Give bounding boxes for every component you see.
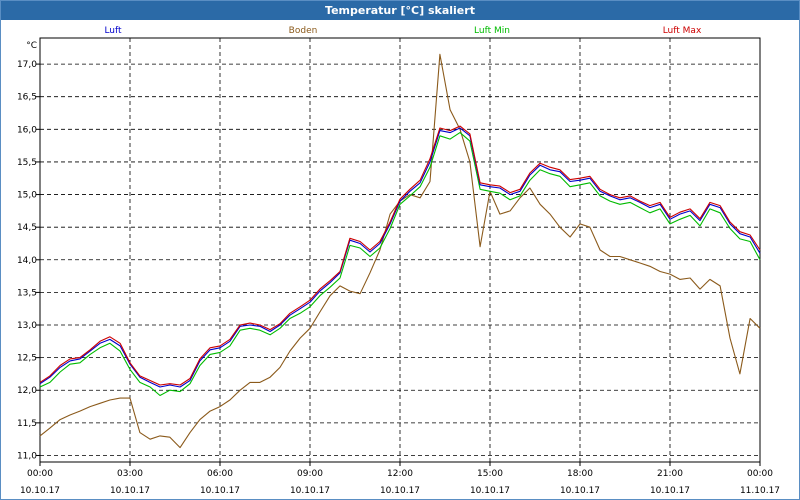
legend-entry-boden: Boden	[289, 26, 318, 36]
y-tick-label: 15,5	[17, 158, 37, 168]
x-tick-date-label: 10.10.17	[20, 486, 60, 496]
y-tick-label: 12,5	[17, 354, 37, 364]
x-tick-date-label: 10.10.17	[650, 486, 690, 496]
x-tick-date-label: 10.10.17	[200, 486, 240, 496]
y-tick-label: 14,0	[17, 256, 37, 266]
x-tick-time-label: 06:00	[207, 469, 233, 479]
y-tick-label: 13,5	[17, 288, 37, 298]
x-tick-time-label: 00:00	[747, 469, 773, 479]
x-tick-date-label: 10.10.17	[110, 486, 150, 496]
chart-canvas: 11,0 11,5 12,0 12,5 13,0 13,5 14,0 14,5 15,0 15,5…	[17, 26, 780, 496]
legend-entry-luft: Luft	[104, 26, 122, 36]
x-tick-date-label: 10.10.17	[380, 486, 420, 496]
x-tick-time-label: 03:00	[117, 469, 143, 479]
legend-entry-luft-max: Luft Max	[663, 26, 702, 36]
x-tick-time-label: 21:00	[657, 469, 683, 479]
y-tick-label: 13,0	[17, 321, 37, 331]
y-tick-label: 17,0	[17, 60, 37, 70]
y-axis-unit-label: °C	[26, 41, 37, 51]
y-tick-label: 11,5	[17, 419, 37, 429]
x-tick-date-label: 10.10.17	[560, 486, 600, 496]
y-tick-label: 14,5	[17, 223, 37, 233]
x-tick-date-label: 10.10.17	[290, 486, 330, 496]
y-tick-label: 12,0	[17, 386, 37, 396]
axes: 11,0 11,5 12,0 12,5 13,0 13,5 14,0 14,5 15,0 15,5…	[17, 37, 780, 496]
y-tick-label: 15,0	[17, 191, 37, 201]
x-tick-time-label: 12:00	[387, 469, 413, 479]
grid	[40, 38, 760, 462]
x-tick-time-label: 15:00	[477, 469, 503, 479]
x-tick-time-label: 09:00	[297, 469, 323, 479]
x-tick-time-label: 18:00	[567, 469, 593, 479]
legend: Luft Boden Luft Min Luft Max	[104, 26, 702, 36]
y-tick-label: 16,0	[17, 125, 37, 135]
x-tick-date-label: 11.10.17	[740, 486, 780, 496]
x-tick-date-label: 10.10.17	[470, 486, 510, 496]
legend-entry-luft-min: Luft Min	[474, 26, 510, 36]
y-tick-label: 11,0	[17, 451, 37, 461]
x-tick-time-label: 00:00	[27, 469, 53, 479]
y-tick-label: 16,5	[17, 93, 37, 103]
